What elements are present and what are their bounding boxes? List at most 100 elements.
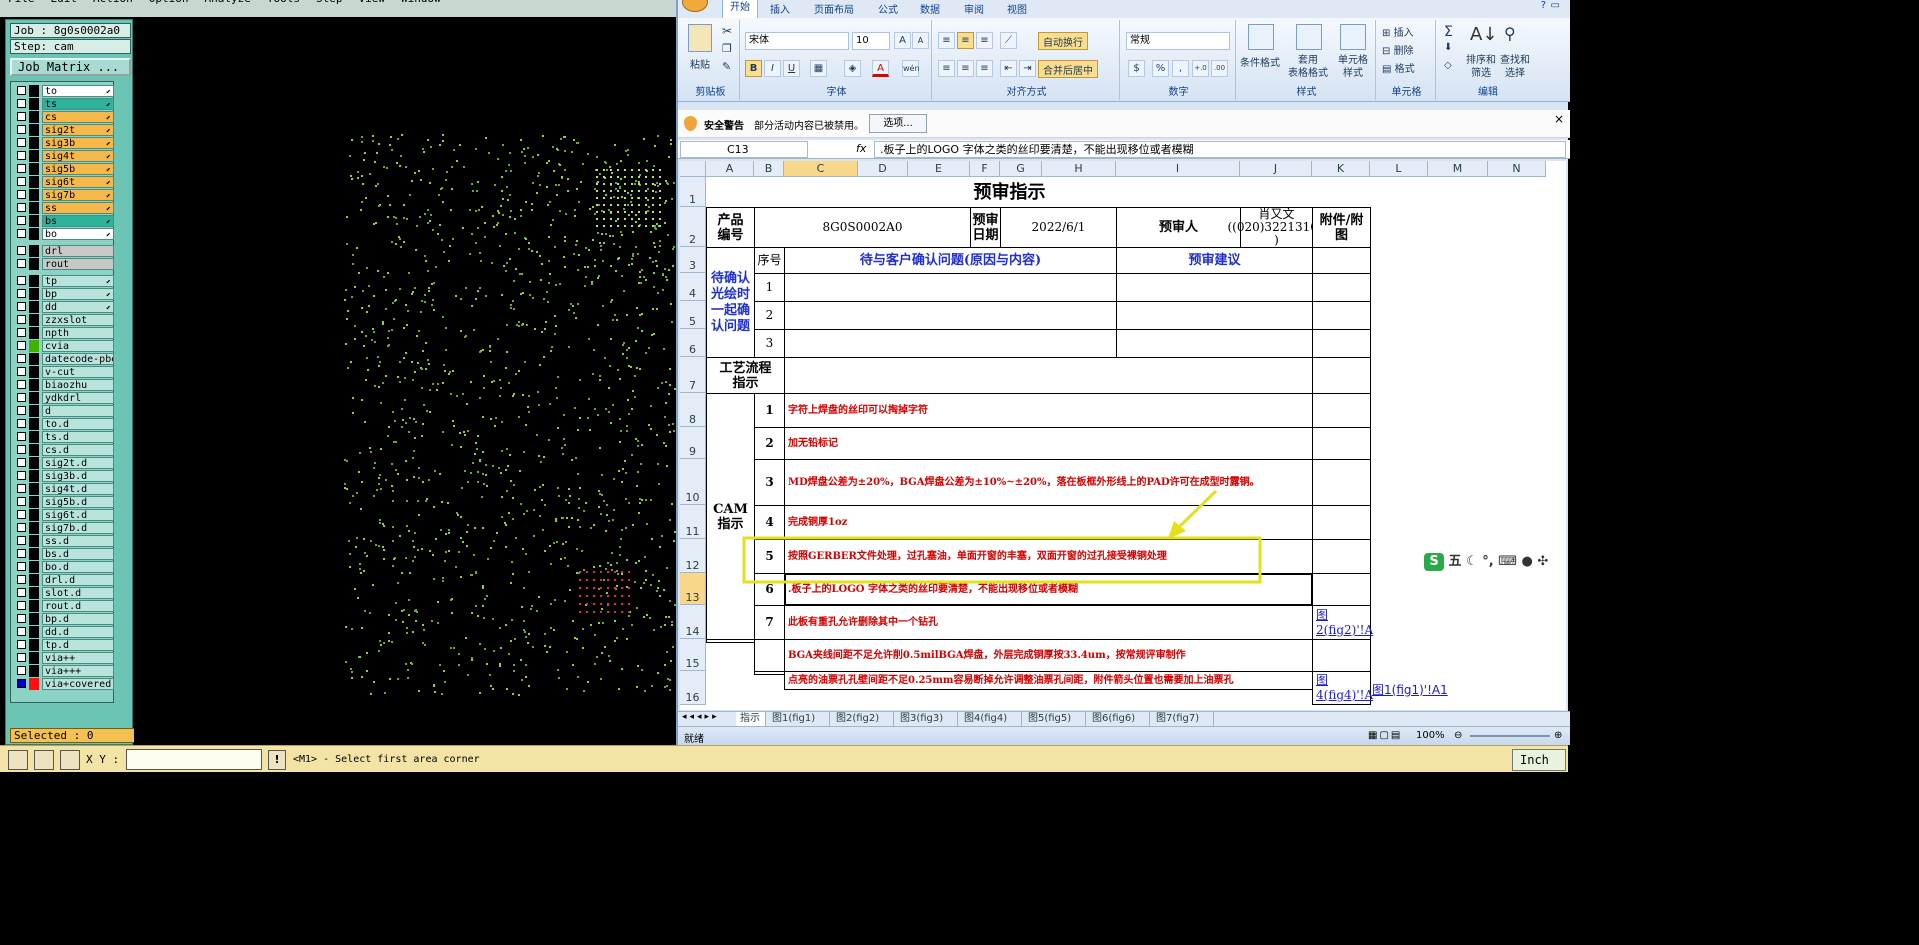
menu-item[interactable]: Tools xyxy=(267,0,300,5)
autosum-icon[interactable]: Σ xyxy=(1444,24,1453,40)
column-header[interactable]: D xyxy=(858,161,908,177)
product-no-label[interactable]: 产品 编号 xyxy=(706,207,755,248)
layer-checkbox[interactable] xyxy=(17,666,26,675)
cam-item-attachment[interactable] xyxy=(1312,639,1371,672)
layer-name[interactable]: to ⬋ xyxy=(42,85,114,97)
layer-checkbox[interactable] xyxy=(17,259,26,268)
row-header[interactable]: 2 xyxy=(680,207,706,247)
row-header[interactable]: 9 xyxy=(680,427,706,459)
cam-item-attachment[interactable] xyxy=(1312,393,1371,428)
process-content[interactable] xyxy=(784,357,1313,394)
job-matrix-button[interactable]: Job Matrix ... xyxy=(10,58,131,76)
layer-row[interactable]: cs.d xyxy=(14,444,114,456)
xy-input[interactable] xyxy=(126,749,262,770)
layer-checkbox[interactable] xyxy=(17,484,26,493)
cam-item-text[interactable]: 按照GERBER文件处理，过孔塞油，单面开窗的丰塞，双面开窗的过孔接受裸铜处理 xyxy=(784,539,1313,574)
layer-checkbox[interactable] xyxy=(17,627,26,636)
cell-styles-icon[interactable] xyxy=(1340,24,1366,53)
layer-checkbox[interactable] xyxy=(17,406,26,415)
row-header[interactable]: 13 xyxy=(680,573,706,605)
tab-home[interactable]: 开始 xyxy=(722,0,758,18)
align-center-icon[interactable]: ≡ xyxy=(957,60,974,77)
layer-checkbox[interactable] xyxy=(17,138,26,147)
decrease-indent-icon[interactable]: ⇤ xyxy=(1000,60,1017,77)
layer-row[interactable]: d xyxy=(14,405,114,417)
sheet-title[interactable]: 预审指示 xyxy=(706,177,1313,208)
layer-checkbox[interactable] xyxy=(17,112,26,121)
layer-row[interactable]: datecode-pbe xyxy=(14,353,114,365)
layer-name[interactable]: sig5b.d xyxy=(42,496,114,508)
process-attach[interactable] xyxy=(1312,357,1371,394)
layer-row[interactable]: sig5b.d xyxy=(14,496,114,508)
layer-name[interactable]: sig7b ⬋ xyxy=(42,189,114,201)
layer-checkbox[interactable] xyxy=(17,393,26,402)
layer-name[interactable]: bs ⬋ xyxy=(42,215,114,227)
layer-row[interactable]: sig3b ⬋ xyxy=(14,137,114,149)
layer-checkbox[interactable] xyxy=(17,164,26,173)
layer-checkbox[interactable] xyxy=(17,471,26,480)
help-icon[interactable]: ? xyxy=(1541,0,1546,11)
layer-name[interactable]: dd ⬋ xyxy=(42,301,114,313)
layer-row[interactable]: bo.d xyxy=(14,561,114,573)
warning-icon[interactable]: ! xyxy=(268,750,286,770)
column-header[interactable]: A xyxy=(706,161,754,177)
sheet-tab[interactable]: 图1(fig1) xyxy=(768,712,830,726)
layer-name[interactable]: bs.d xyxy=(42,548,114,560)
layer-row[interactable]: sig7b ⬋ xyxy=(14,189,114,201)
layer-name[interactable]: cs.d xyxy=(42,444,114,456)
fx-icon[interactable]: fx xyxy=(856,142,866,155)
layer-name[interactable]: via++ xyxy=(42,652,114,664)
menu-item[interactable]: Edit xyxy=(51,0,78,5)
layer-name[interactable]: ss.d xyxy=(42,535,114,547)
align-right-icon[interactable]: ≡ xyxy=(976,60,993,77)
layer-row[interactable]: via+covered xyxy=(14,678,114,690)
menu-item[interactable]: Step xyxy=(316,0,343,5)
tab-view[interactable]: 视图 xyxy=(1007,1,1027,16)
sort-filter-icon[interactable]: A↓ xyxy=(1470,24,1497,45)
layer-checkbox[interactable] xyxy=(17,341,26,350)
outside-link[interactable]: 图1(fig1)'!A1 xyxy=(1372,681,1448,698)
pending-attach[interactable] xyxy=(1312,273,1371,302)
layer-row[interactable]: via++ xyxy=(14,652,114,664)
layer-row[interactable]: sig6t ⬋ xyxy=(14,176,114,188)
layer-row[interactable]: drl xyxy=(14,245,114,257)
layer-checkbox[interactable] xyxy=(17,302,26,311)
layer-checkbox[interactable] xyxy=(17,549,26,558)
grow-font-icon[interactable]: A xyxy=(894,32,911,49)
layer-row[interactable]: npth xyxy=(14,327,114,339)
tab-formulas[interactable]: 公式 xyxy=(878,1,898,16)
reviewer-value[interactable]: 肖又文 ((020)32213167 ) xyxy=(1227,207,1326,248)
comma-icon[interactable]: , xyxy=(1172,60,1189,77)
tab-insert[interactable]: 插入 xyxy=(770,1,790,16)
layer-checkbox[interactable] xyxy=(17,229,26,238)
column-header[interactable]: C xyxy=(784,161,858,177)
layer-row[interactable]: ss.d xyxy=(14,535,114,547)
layer-row[interactable]: ts.d xyxy=(14,431,114,443)
layer-checkbox[interactable] xyxy=(17,151,26,160)
cam-item-text[interactable]: BGA夹线间距不足允许削0.5milBGA焊盘，外层完成铜厚按33.4um，按常… xyxy=(784,639,1313,672)
layer-checkbox[interactable] xyxy=(17,575,26,584)
layer-name[interactable]: via+covered xyxy=(42,678,114,690)
layer-name[interactable]: slot.d xyxy=(42,587,114,599)
cam-item-text[interactable]: 加无铅标记 xyxy=(784,427,1313,460)
format-as-table-icon[interactable] xyxy=(1296,24,1322,53)
find-select-icon[interactable]: ⚲ xyxy=(1504,24,1516,43)
cam-label[interactable]: CAM 指示 xyxy=(706,393,755,640)
pending-advice[interactable] xyxy=(1116,329,1313,358)
cam-item-number[interactable]: 7 xyxy=(754,605,785,640)
user-icon[interactable]: ● xyxy=(1522,554,1533,569)
layer-row[interactable]: slot.d xyxy=(14,587,114,599)
layer-name[interactable]: sig6t.d xyxy=(42,509,114,521)
layer-checkbox[interactable] xyxy=(17,203,26,212)
layer-row[interactable]: bp.d xyxy=(14,613,114,625)
conditional-format-icon[interactable] xyxy=(1248,24,1274,53)
tab-data[interactable]: 数据 xyxy=(920,1,940,16)
row-header[interactable]: 4 xyxy=(680,273,706,301)
sheet-nav-arrows[interactable]: ◂◂◂▸▸ xyxy=(682,712,720,722)
layer-name[interactable]: bo ⬋ xyxy=(42,228,114,240)
attachment-label[interactable]: 附件/附图 xyxy=(1312,207,1371,248)
zoom-slider[interactable] xyxy=(1470,735,1550,737)
pending-advice[interactable] xyxy=(1116,301,1313,330)
sheet-tab[interactable]: 图7(fig7) xyxy=(1152,712,1214,726)
find-select-button[interactable]: 查找和 选择 xyxy=(1500,54,1530,80)
